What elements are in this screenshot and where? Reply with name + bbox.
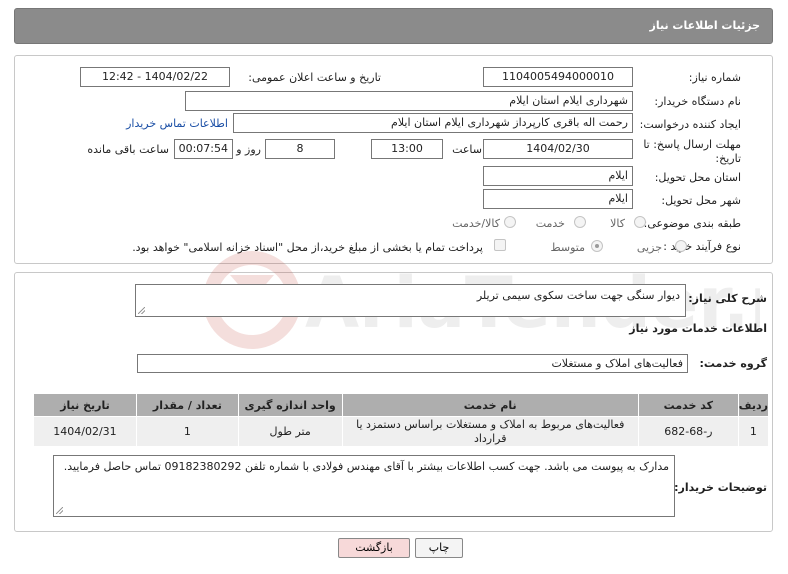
print-button[interactable]: چاپ <box>415 538 463 558</box>
process-minor-label: جزیی <box>636 241 662 254</box>
category-goods-label: کالا <box>610 217 625 230</box>
category-service-radio[interactable] <box>574 216 586 228</box>
province-field: ایلام <box>483 166 633 186</box>
deadline-time-field: 13:00 <box>371 139 443 159</box>
deadline-date-field: 1404/02/30 <box>483 139 633 159</box>
need-number-field: 1104005494000010 <box>483 67 633 87</box>
category-goods-radio[interactable] <box>634 216 646 228</box>
announce-datetime-field: 1404/02/22 - 12:42 <box>80 67 230 87</box>
city-label: شهر محل تحویل: <box>661 194 741 207</box>
summary-field: دیوار سنگی جهت ساخت سکوی سیمی تریلر <box>135 284 686 317</box>
buyer-notes-field: مدارک به پیوست می باشد. جهت کسب اطلاعات … <box>53 455 675 517</box>
treasury-payment-checkbox[interactable] <box>494 239 506 251</box>
deadline-label: مهلت ارسال پاسخ: تا <box>643 138 741 151</box>
cell-unit: متر طول <box>237 416 343 447</box>
cell-row-number: 1 <box>737 416 770 447</box>
services-table: ردیف کد خدمت نام خدمت واحد اندازه گیری ت… <box>33 393 770 447</box>
resize-grip-icon[interactable] <box>56 507 63 514</box>
page-title: جزئیات اطلاعات نیاز <box>649 19 761 32</box>
buyer-org-field: شهرداری ایلام استان ایلام <box>185 91 633 111</box>
page-header: جزئیات اطلاعات نیاز <box>14 8 773 44</box>
table-row: 1 ر-68-682 فعالیت‌های مربوط به املاک و م… <box>33 416 770 447</box>
city-field: ایلام <box>483 189 633 209</box>
service-group-field: فعالیت‌های املاک و مستغلات <box>137 354 688 373</box>
col-service-code: کد خدمت <box>637 393 739 417</box>
col-unit: واحد اندازه گیری <box>237 393 343 417</box>
col-quantity: تعداد / مقدار <box>135 393 239 417</box>
back-button[interactable]: بازگشت <box>338 538 410 558</box>
service-group-label: گروه خدمت: <box>699 357 767 370</box>
category-service-label: خدمت <box>535 217 565 230</box>
category-goods-service-label: کالا/خدمت <box>452 217 500 230</box>
announce-datetime-label: تاریخ و ساعت اعلان عمومی: <box>248 71 381 84</box>
deadline-label-date: تاریخ: <box>715 152 741 165</box>
remaining-days-label: روز و <box>236 143 261 156</box>
summary-text: دیوار سنگی جهت ساخت سکوی سیمی تریلر <box>476 289 680 302</box>
treasury-payment-note: پرداخت تمام یا بخشی از مبلغ خرید،از محل … <box>132 241 483 254</box>
remaining-time-field: 00:07:54 <box>174 139 233 159</box>
province-label: استان محل تحویل: <box>654 171 741 184</box>
process-medium-label: متوسط <box>550 241 585 254</box>
col-service-name: نام خدمت <box>341 393 639 417</box>
remaining-days-field: 8 <box>265 139 335 159</box>
cell-service-name: فعالیت‌های مربوط به املاک و مستغلات براس… <box>341 416 639 447</box>
summary-label: شرح کلی نیاز: <box>688 292 767 305</box>
col-row-number: ردیف <box>737 393 770 417</box>
need-number-label: شماره نیاز: <box>688 71 741 84</box>
buyer-notes-label: توضیحات خریدار: <box>674 481 767 494</box>
cell-service-code: ر-68-682 <box>637 416 739 447</box>
cell-quantity: 1 <box>135 416 239 447</box>
buyer-contact-link[interactable]: اطلاعات تماس خریدار <box>126 117 228 130</box>
category-goods-service-radio[interactable] <box>504 216 516 228</box>
creator-field: رحمت اله باقری کارپرداز شهرداری ایلام اس… <box>233 113 633 133</box>
col-need-date: تاریخ نیاز <box>33 393 137 417</box>
category-label: طبقه بندی موضوعی: <box>643 217 741 230</box>
creator-label: ایجاد کننده درخواست: <box>639 118 741 131</box>
deadline-time-label: ساعت <box>452 143 482 156</box>
services-title: اطلاعات خدمات مورد نیاز <box>629 322 767 335</box>
table-header-row: ردیف کد خدمت نام خدمت واحد اندازه گیری ت… <box>33 393 770 417</box>
buyer-notes-text: مدارک به پیوست می باشد. جهت کسب اطلاعات … <box>63 460 669 473</box>
buyer-org-label: نام دستگاه خریدار: <box>654 95 741 108</box>
cell-need-date: 1404/02/31 <box>33 416 137 447</box>
remaining-time-label: ساعت باقی مانده <box>87 143 169 156</box>
process-medium-radio[interactable] <box>591 240 603 252</box>
process-minor-radio[interactable] <box>675 240 687 252</box>
resize-grip-icon[interactable] <box>138 307 145 314</box>
